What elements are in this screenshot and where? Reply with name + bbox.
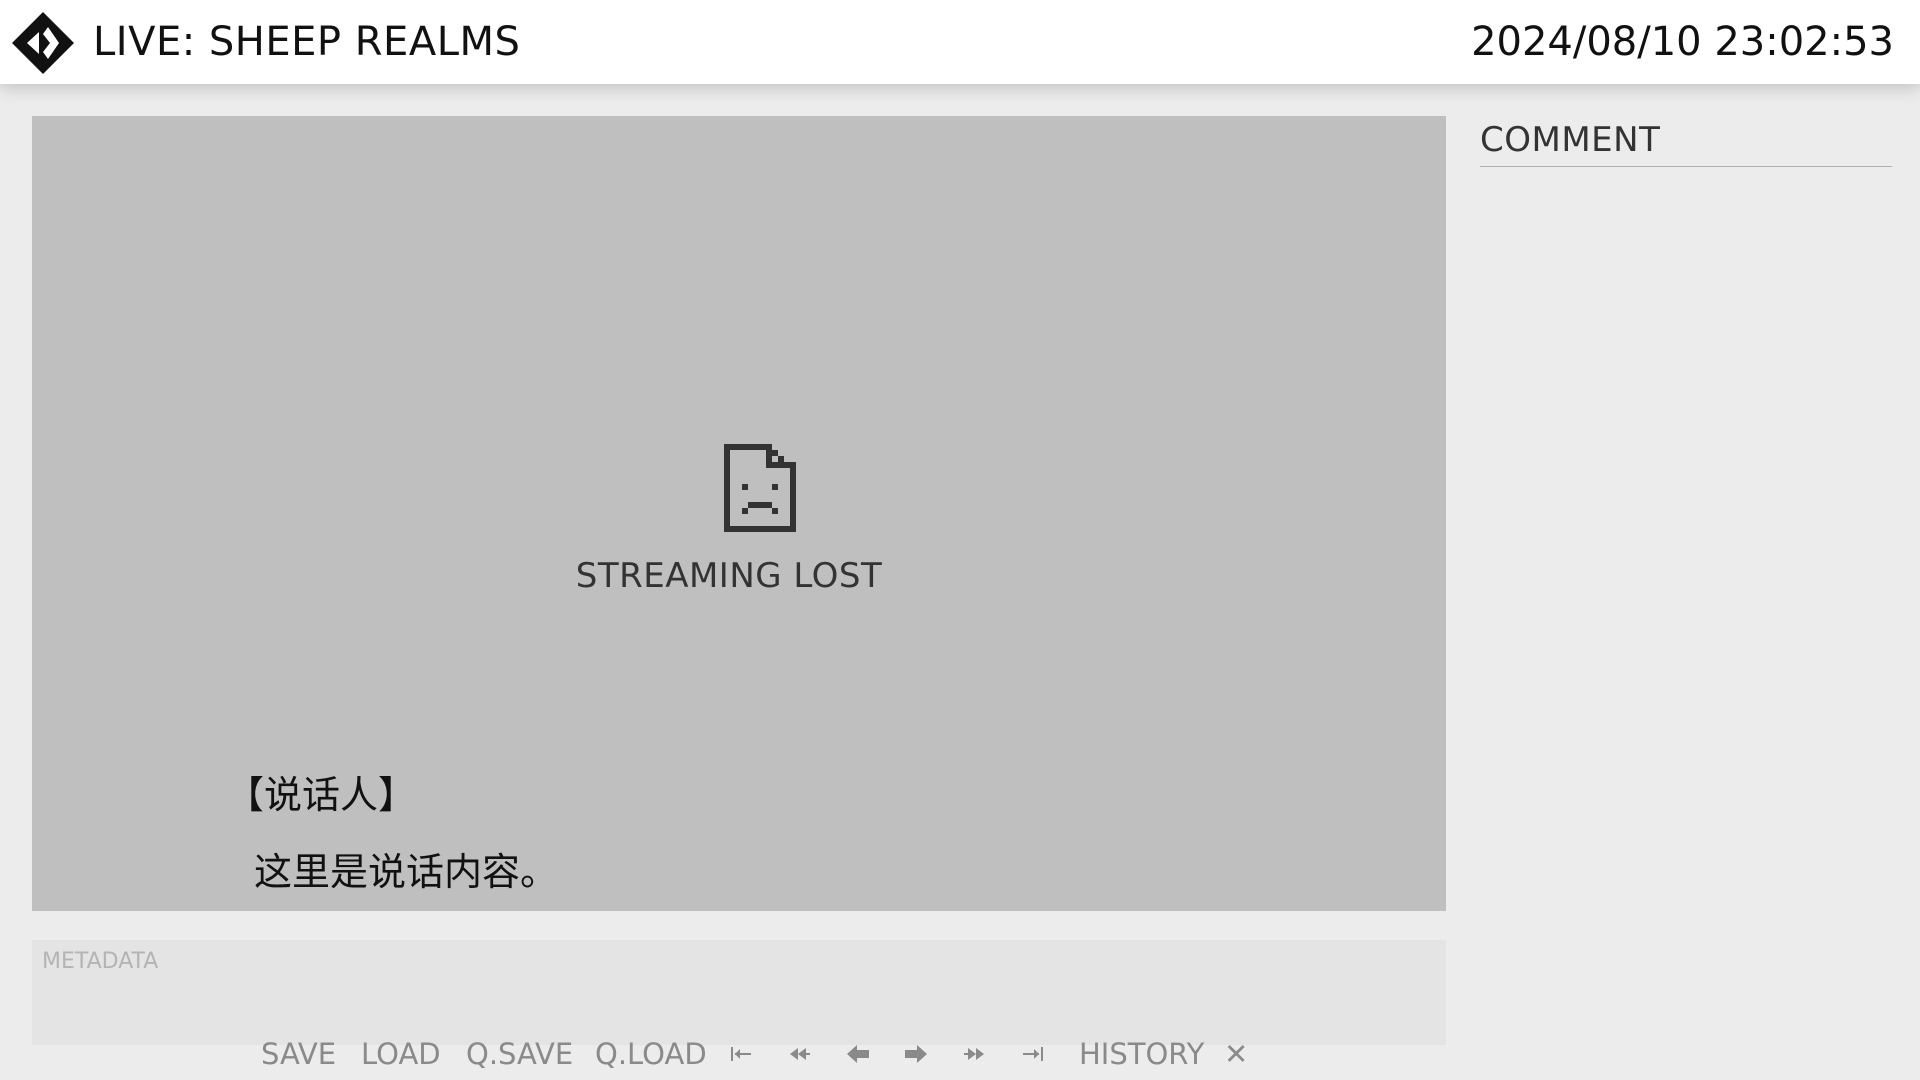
datetime-display: 2024/08/10 23:02:53 [1471,19,1894,65]
app-title: LIVE: SHEEP REALMS [93,19,521,65]
history-button[interactable]: HISTORY [1079,1034,1204,1074]
fast-rewind-icon[interactable] [787,1043,813,1065]
control-bar: SAVE LOAD Q.SAVE Q.LOAD HISTORY ✕ [0,1034,1920,1074]
skip-to-start-icon[interactable] [729,1043,755,1065]
metadata-label: METADATA [42,949,159,974]
comment-panel: COMMENT [1480,116,1892,167]
load-button[interactable]: LOAD [361,1034,441,1074]
forward-arrow-icon[interactable] [903,1043,929,1065]
fast-forward-icon[interactable] [961,1043,987,1065]
stream-viewport[interactable]: STREAMING LOST 【说话人】 这里是说话内容。 [32,116,1446,911]
comment-divider [1480,166,1892,167]
broken-file-icon [724,444,796,532]
stream-status-text: STREAMING LOST [575,556,883,596]
speaker-name: 【说话人】 [226,773,417,817]
comment-title: COMMENT [1480,120,1661,160]
diamond-logo-icon [12,12,74,74]
quick-save-button[interactable]: Q.SAVE [466,1034,573,1074]
close-button[interactable]: ✕ [1224,1034,1248,1074]
skip-to-end-icon[interactable] [1019,1043,1045,1065]
back-arrow-icon[interactable] [845,1043,871,1065]
top-bar: LIVE: SHEEP REALMS 2024/08/10 23:02:53 [0,0,1920,84]
save-button[interactable]: SAVE [261,1034,336,1074]
dialogue-text: 这里是说话内容。 [254,850,559,894]
quick-load-button[interactable]: Q.LOAD [595,1034,707,1074]
metadata-panel: METADATA [32,940,1446,1045]
